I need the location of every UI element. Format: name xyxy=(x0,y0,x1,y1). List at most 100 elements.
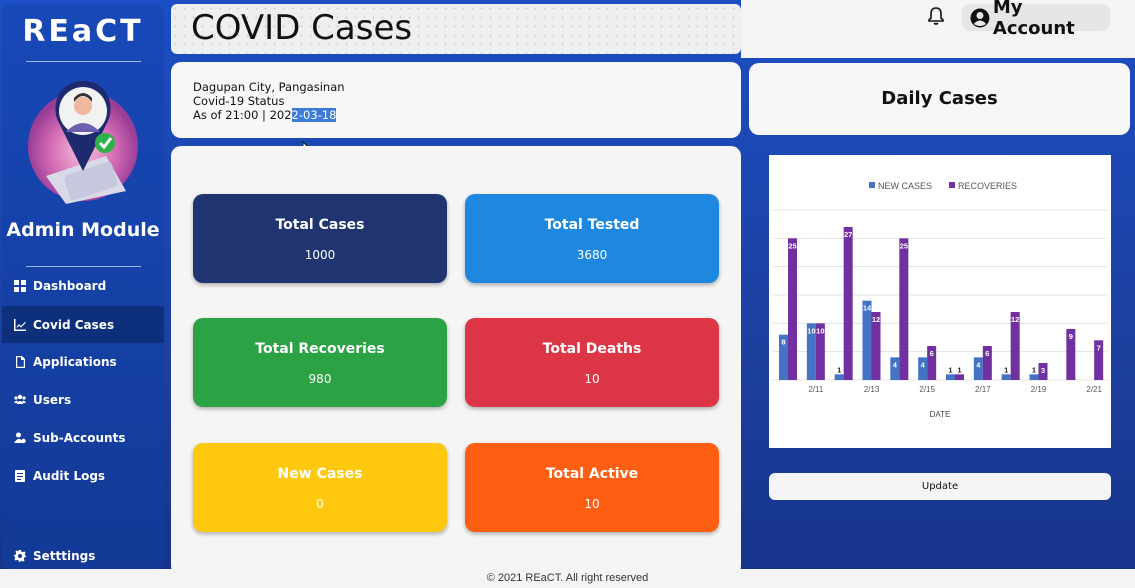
as-of-text: As of 21:00 | 202 xyxy=(193,108,292,122)
notification-bell-icon[interactable] xyxy=(926,6,946,26)
chart-data-label: 14 xyxy=(863,304,872,313)
chart-tick-label: 2/19 xyxy=(1031,385,1047,394)
sidebar-item-audit-logs[interactable]: Audit Logs xyxy=(2,457,164,494)
users-icon xyxy=(14,394,26,404)
sidebar-item-label: Users xyxy=(33,392,72,407)
chart-data-label: 10 xyxy=(807,326,815,335)
sidebar-item-label: Applications xyxy=(33,354,117,369)
legend-swatch xyxy=(869,182,875,188)
stat-value: 10 xyxy=(584,497,600,511)
sidebar-item-label: Audit Logs xyxy=(33,468,106,483)
stat-label: Total Tested xyxy=(544,217,640,233)
app-root: REaCT Admin Module Dashboard Covid Cases… xyxy=(0,0,1135,588)
stat-card-total-cases[interactable]: Total Cases 1000 xyxy=(193,194,447,283)
stat-value: 0 xyxy=(316,497,324,511)
chart-data-label: 10 xyxy=(816,326,824,335)
stat-label: New Cases xyxy=(277,466,363,482)
stat-label: Total Cases xyxy=(275,217,365,233)
stat-value: 980 xyxy=(308,372,332,386)
chart-data-label: 1 xyxy=(1004,365,1008,374)
chart-axis-label: DATE xyxy=(930,410,951,419)
sidebar-item-sub-accounts[interactable]: Sub-Accounts xyxy=(2,419,164,456)
stat-card-total-active[interactable]: Total Active 10 xyxy=(465,443,719,532)
chart-data-label: 6 xyxy=(930,349,934,358)
legend-label: NEW CASES xyxy=(878,181,932,191)
log-icon xyxy=(15,469,25,482)
chart-data-label: 1 xyxy=(837,365,841,374)
sidebar-item-label: Covid Cases xyxy=(33,317,115,332)
grid-icon xyxy=(14,279,26,292)
chart-data-label: 9 xyxy=(1069,332,1073,341)
chart-data-label: 12 xyxy=(872,315,880,324)
page-header: COVID Cases xyxy=(171,4,741,54)
chart-icon xyxy=(14,318,26,331)
admin-avatar-icon xyxy=(26,76,141,206)
chart-data-label: 27 xyxy=(844,230,852,239)
stat-card-total-recoveries[interactable]: Total Recoveries 980 xyxy=(193,318,447,407)
sidebar-item-label: Dashboard xyxy=(33,278,107,293)
stat-card-total-deaths[interactable]: Total Deaths 10 xyxy=(465,318,719,407)
chart-bar xyxy=(955,374,964,380)
logo-divider xyxy=(26,61,141,62)
chart-bar xyxy=(899,238,909,380)
location-status: Covid-19 Status xyxy=(193,94,285,108)
chart-bar xyxy=(834,374,844,380)
sidebar-item-covid-cases[interactable]: Covid Cases xyxy=(2,306,164,343)
chart-data-label: 1 xyxy=(957,365,961,374)
sidebar-item-users[interactable]: Users xyxy=(2,381,164,418)
chart-data-label: 8 xyxy=(781,338,785,347)
chart-data-label: 6 xyxy=(985,349,989,358)
legend-label: RECOVERIES xyxy=(958,181,1017,191)
chart-data-label: 25 xyxy=(900,241,908,250)
my-account-label: My Account xyxy=(992,0,1075,39)
sidebar-item-label: Sub-Accounts xyxy=(33,430,126,445)
stat-value: 1000 xyxy=(304,248,336,262)
chart-data-label: 1 xyxy=(948,365,952,374)
chart-data-label: 3 xyxy=(1041,366,1045,375)
footer: © 2021 REaCT. All right reserved xyxy=(0,569,1135,588)
daily-cases-header: Daily Cases xyxy=(749,63,1130,135)
stat-card-new-cases[interactable]: New Cases 0 xyxy=(193,443,447,532)
chart-tick-label: 2/17 xyxy=(975,385,991,394)
stat-value: 3680 xyxy=(576,248,608,262)
chart-tick-label: 2/15 xyxy=(919,385,935,394)
chart-data-label: 12 xyxy=(1011,315,1019,324)
stat-label: Total Recoveries xyxy=(255,341,385,357)
chart-data-label: 1 xyxy=(1032,365,1036,374)
chart-bar xyxy=(788,238,797,380)
user-circle-icon xyxy=(970,8,990,27)
sidebar-item-applications[interactable]: Applications xyxy=(2,343,164,380)
stat-card-total-tested[interactable]: Total Tested 3680 xyxy=(465,194,719,283)
as-of-selected-text[interactable]: 2-03-18 xyxy=(291,108,337,122)
daily-cases-chart: NEW CASES RECOVERIES 8 10 1 14 4 4 1 4 1 1 25 10 27 12 2… xyxy=(769,155,1111,448)
location-place: Dagupan City, Pangasinan xyxy=(193,80,345,94)
chart-tick-label: 2/21 xyxy=(1086,385,1102,394)
legend-swatch xyxy=(949,182,955,188)
sidebar-item-dashboard[interactable]: Dashboard xyxy=(2,267,164,304)
stat-label: Total Active xyxy=(545,466,639,482)
stat-value: 10 xyxy=(584,372,600,386)
chart-svg: NEW CASES RECOVERIES8101144 4141 1251027122… xyxy=(773,181,1107,419)
location-as-of: As of 21:00 | 2022-03-18 xyxy=(193,108,719,122)
chart-tick-label: 2/13 xyxy=(864,385,880,394)
stats-panel: Total Cases 1000 Total Tested 3680 Total… xyxy=(171,146,741,576)
chart-bar xyxy=(1029,374,1039,380)
gear-icon xyxy=(14,549,26,562)
app-logo: REaCT xyxy=(22,14,144,49)
location-card: Dagupan City, Pangasinan Covid-19 Status… xyxy=(171,62,741,138)
user-gear-icon xyxy=(14,432,26,443)
stat-label: Total Deaths xyxy=(542,341,642,357)
sidebar: REaCT Admin Module Dashboard Covid Cases… xyxy=(2,4,164,569)
my-account-button[interactable]: My Account xyxy=(962,0,1110,39)
document-icon xyxy=(16,355,25,368)
chart-bar xyxy=(946,374,955,380)
page-title: COVID Cases xyxy=(191,8,413,48)
chart-bar xyxy=(1001,374,1011,380)
update-button[interactable]: Update xyxy=(769,473,1111,500)
module-title: Admin Module xyxy=(6,219,160,241)
chart-tick-label: 2/11 xyxy=(808,385,824,394)
chart-bar xyxy=(843,227,853,380)
chart-data-label: 25 xyxy=(788,241,796,250)
chart-data-label: 7 xyxy=(1097,343,1101,352)
sidebar-item-label: Setttings xyxy=(33,548,96,563)
